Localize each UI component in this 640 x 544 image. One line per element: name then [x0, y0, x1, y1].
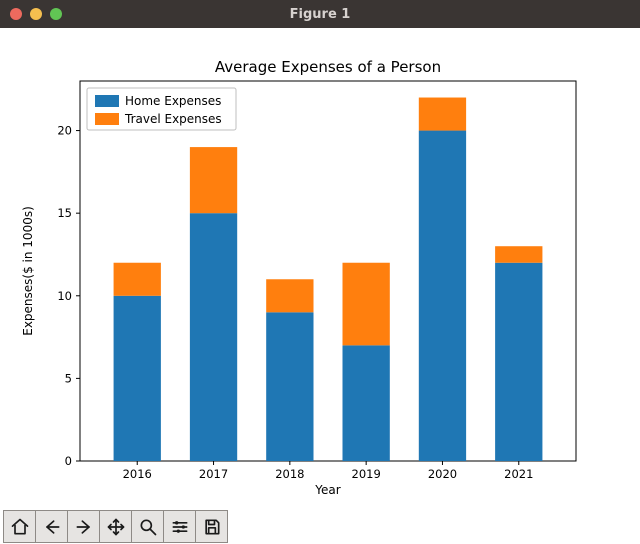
pan-icon — [106, 517, 126, 537]
zoom-icon — [138, 517, 158, 537]
bar-home — [190, 213, 237, 461]
forward-icon — [74, 517, 94, 537]
bar-home — [342, 345, 389, 461]
maximize-icon[interactable] — [50, 8, 62, 20]
save-icon — [202, 517, 222, 537]
bar-travel — [419, 98, 466, 131]
window-controls — [0, 8, 62, 20]
legend: Home Expenses Travel Expenses — [87, 88, 236, 130]
toolbar-forward-button[interactable] — [67, 510, 100, 543]
bar-home — [419, 131, 466, 461]
x-tick-label: 2017 — [199, 467, 228, 481]
bar-travel — [342, 263, 389, 346]
y-tick-label: 5 — [65, 371, 72, 385]
legend-label-home: Home Expenses — [125, 94, 221, 108]
y-axis-ticks: 0 5 10 15 20 — [57, 124, 80, 468]
toolbar-config-button[interactable] — [163, 510, 196, 543]
y-tick-label: 20 — [57, 124, 72, 138]
x-axis-ticks: 2016 2017 2018 2019 2020 2021 — [123, 461, 534, 481]
bar-travel — [114, 263, 161, 296]
legend-swatch-travel — [95, 113, 119, 125]
toolbar-back-button[interactable] — [35, 510, 68, 543]
matplotlib-toolbar — [0, 509, 640, 544]
bar-home — [114, 296, 161, 461]
bar-home — [266, 312, 313, 461]
window-title: Figure 1 — [0, 7, 640, 22]
chart-svg: 0 5 10 15 20 2016 2017 2018 2019 2020 2021 Averag… — [0, 28, 640, 509]
x-axis-label: Year — [314, 483, 340, 497]
bar-travel — [190, 147, 237, 213]
bar-travel — [495, 246, 542, 263]
x-tick-label: 2016 — [123, 467, 152, 481]
legend-label-travel: Travel Expenses — [124, 112, 222, 126]
y-axis-label: Expenses($ in 1000s) — [21, 206, 35, 336]
y-tick-label: 15 — [57, 206, 72, 220]
bar-home — [495, 263, 542, 461]
x-tick-label: 2019 — [352, 467, 381, 481]
x-tick-label: 2020 — [428, 467, 457, 481]
chart-title: Average Expenses of a Person — [215, 58, 441, 76]
plot-area: 0 5 10 15 20 2016 2017 2018 2019 2020 2021 Averag… — [0, 28, 640, 509]
y-tick-label: 10 — [57, 289, 72, 303]
figure-window: Figure 1 05101520 2016201720182019202020… — [0, 0, 640, 544]
bar-travel — [266, 279, 313, 312]
minimize-icon[interactable] — [30, 8, 42, 20]
toolbar-zoom-button[interactable] — [131, 510, 164, 543]
y-tick-label: 0 — [65, 454, 72, 468]
home-icon — [10, 517, 30, 537]
close-icon[interactable] — [10, 8, 22, 20]
titlebar: Figure 1 — [0, 0, 640, 28]
x-tick-label: 2021 — [504, 467, 533, 481]
toolbar-save-button[interactable] — [195, 510, 228, 543]
legend-swatch-home — [95, 95, 119, 107]
x-tick-label: 2018 — [275, 467, 304, 481]
toolbar-home-button[interactable] — [3, 510, 36, 543]
toolbar-pan-button[interactable] — [99, 510, 132, 543]
back-icon — [42, 517, 62, 537]
config-icon — [170, 517, 190, 537]
